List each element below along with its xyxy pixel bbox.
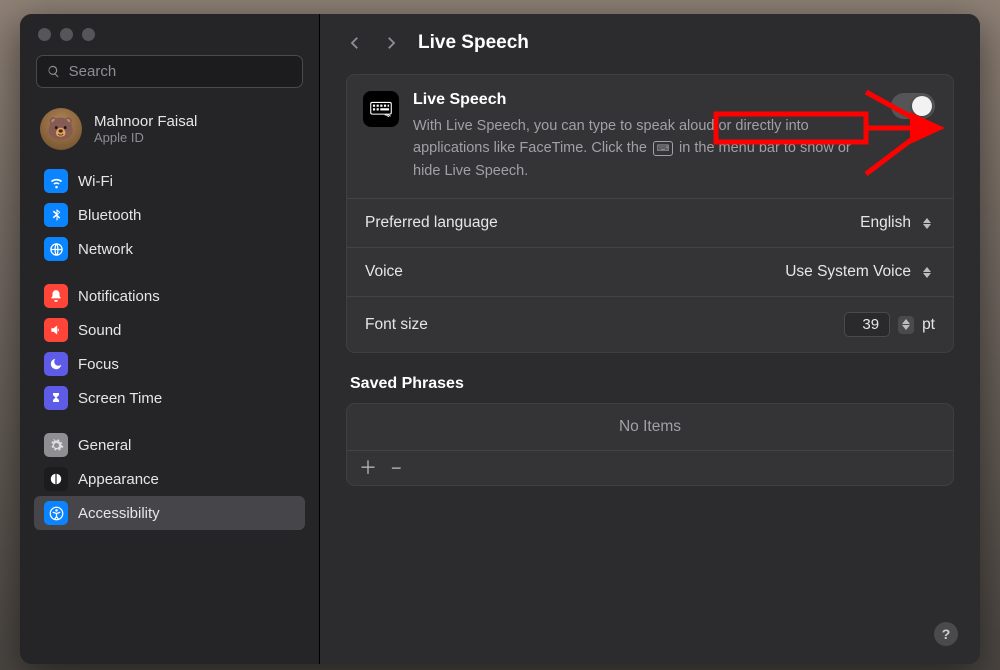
- search-field[interactable]: [36, 55, 303, 88]
- sidebar-label: Focus: [78, 356, 119, 373]
- window-controls: [30, 28, 309, 55]
- forward-button[interactable]: [382, 34, 400, 52]
- sidebar-item-wifi[interactable]: Wi-Fi: [34, 164, 305, 198]
- profile-sub: Apple ID: [94, 130, 197, 145]
- sidebar-item-network[interactable]: Network: [34, 232, 305, 266]
- moon-icon: [44, 352, 68, 376]
- sidebar-label: Network: [78, 241, 133, 258]
- row-preferred-language: Preferred language English: [347, 199, 953, 248]
- preferred-language-select[interactable]: English: [860, 214, 935, 232]
- close-dot[interactable]: [38, 28, 51, 41]
- chevron-up-down-icon: [919, 263, 935, 281]
- saved-phrases-list: No Items ＋ −: [346, 403, 954, 486]
- remove-phrase-button[interactable]: −: [391, 459, 402, 477]
- network-icon: [44, 237, 68, 261]
- menubar-keyboard-icon: ⌨: [653, 141, 673, 156]
- page-title: Live Speech: [418, 32, 529, 54]
- sidebar-nav: Wi-Fi Bluetooth Network: [30, 164, 309, 542]
- row-label: Preferred language: [365, 214, 498, 232]
- sidebar-label: Wi-Fi: [78, 173, 113, 190]
- help-button[interactable]: ?: [934, 622, 958, 646]
- sidebar-label: Screen Time: [78, 390, 162, 407]
- sidebar-item-screen-time[interactable]: Screen Time: [34, 381, 305, 415]
- saved-phrases-label: Saved Phrases: [350, 375, 950, 393]
- hourglass-icon: [44, 386, 68, 410]
- row-label: Voice: [365, 263, 403, 281]
- chevron-up-down-icon: [919, 214, 935, 232]
- sidebar-item-focus[interactable]: Focus: [34, 347, 305, 381]
- sidebar-label: Appearance: [78, 471, 159, 488]
- speaker-icon: [44, 318, 68, 342]
- sidebar-item-appearance[interactable]: Appearance: [34, 462, 305, 496]
- font-size-unit: pt: [922, 316, 935, 334]
- sidebar-item-bluetooth[interactable]: Bluetooth: [34, 198, 305, 232]
- apple-id-row[interactable]: 🐻 Mahnoor Faisal Apple ID: [30, 102, 309, 164]
- search-input[interactable]: [69, 63, 292, 80]
- live-speech-card: Live Speech With Live Speech, you can ty…: [346, 74, 954, 353]
- minimize-dot[interactable]: [60, 28, 73, 41]
- settings-window: 🐻 Mahnoor Faisal Apple ID Wi-Fi Bl: [20, 14, 980, 664]
- back-button[interactable]: [346, 34, 364, 52]
- sidebar: 🐻 Mahnoor Faisal Apple ID Wi-Fi Bl: [20, 14, 320, 664]
- keyboard-icon: [363, 91, 399, 127]
- main-panel: Live Speech Live Speech With Live Speech…: [320, 14, 980, 664]
- voice-select[interactable]: Use System Voice: [785, 263, 935, 281]
- font-size-stepper[interactable]: 39 pt: [844, 312, 935, 337]
- list-footer: ＋ −: [347, 451, 953, 485]
- sidebar-label: Notifications: [78, 288, 160, 305]
- sidebar-item-sound[interactable]: Sound: [34, 313, 305, 347]
- stepper-buttons[interactable]: [898, 316, 914, 334]
- zoom-dot[interactable]: [82, 28, 95, 41]
- sidebar-label: Sound: [78, 322, 121, 339]
- row-voice: Voice Use System Voice: [347, 248, 953, 297]
- search-icon: [47, 64, 61, 79]
- bluetooth-icon: [44, 203, 68, 227]
- profile-name: Mahnoor Faisal: [94, 113, 197, 130]
- sidebar-item-general[interactable]: General: [34, 428, 305, 462]
- sidebar-label: Accessibility: [78, 505, 160, 522]
- appearance-icon: [44, 467, 68, 491]
- bell-icon: [44, 284, 68, 308]
- sidebar-item-notifications[interactable]: Notifications: [34, 279, 305, 313]
- feature-title: Live Speech: [413, 91, 875, 109]
- avatar: 🐻: [40, 108, 82, 150]
- empty-state: No Items: [347, 404, 953, 451]
- row-font-size: Font size 39 pt: [347, 297, 953, 352]
- sidebar-label: Bluetooth: [78, 207, 141, 224]
- gear-icon: [44, 433, 68, 457]
- row-label: Font size: [365, 316, 428, 334]
- topbar: Live Speech: [320, 14, 980, 68]
- wifi-icon: [44, 169, 68, 193]
- feature-description: Live Speech With Live Speech, you can ty…: [413, 91, 935, 182]
- sidebar-label: General: [78, 437, 131, 454]
- font-size-value[interactable]: 39: [844, 312, 890, 337]
- content: Live Speech With Live Speech, you can ty…: [320, 68, 980, 664]
- accessibility-icon: [44, 501, 68, 525]
- add-phrase-button[interactable]: ＋: [359, 459, 377, 477]
- live-speech-toggle[interactable]: [891, 93, 935, 119]
- sidebar-item-accessibility[interactable]: Accessibility: [34, 496, 305, 530]
- toggle-knob: [912, 96, 932, 116]
